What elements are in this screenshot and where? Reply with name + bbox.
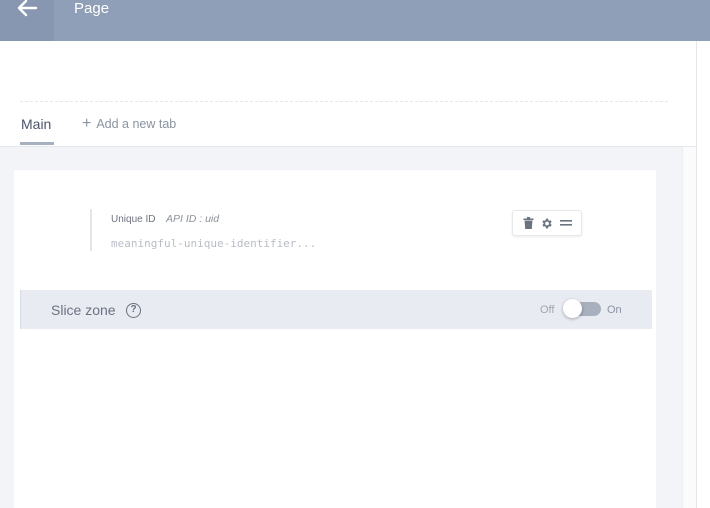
uid-field-rule xyxy=(90,209,92,251)
title-dashed-divider xyxy=(20,101,668,102)
gear-icon[interactable] xyxy=(539,215,555,231)
tab-main[interactable]: Main xyxy=(21,115,51,133)
back-button[interactable] xyxy=(0,0,54,41)
uid-input[interactable] xyxy=(111,234,471,252)
toggle-off-label: Off xyxy=(540,304,555,316)
toggle-on-label: On xyxy=(607,304,622,316)
arrow-left-icon xyxy=(17,0,38,17)
field-toolbar xyxy=(512,210,582,236)
active-tab-indicator xyxy=(20,142,54,145)
slice-zone-bar: Slice zone ? Off On xyxy=(20,290,652,329)
uid-field-label: Unique ID xyxy=(111,214,156,225)
right-divider xyxy=(696,41,697,508)
page-title: Page xyxy=(74,0,110,17)
add-tab-button[interactable]: + Add a new tab xyxy=(82,116,176,132)
toggle-knob xyxy=(563,299,582,318)
top-bar: Page xyxy=(0,0,710,41)
question-icon[interactable]: ? xyxy=(126,303,141,318)
trash-icon[interactable] xyxy=(520,215,536,231)
add-tab-label: Add a new tab xyxy=(96,117,177,131)
slice-zone-label: Slice zone xyxy=(51,302,116,318)
uid-api-id: API ID : uid xyxy=(166,213,220,225)
plus-icon: + xyxy=(82,115,92,132)
canvas-scrollbar[interactable] xyxy=(682,147,696,508)
slice-zone-toggle[interactable] xyxy=(563,299,601,318)
drag-handle-icon[interactable] xyxy=(558,215,574,231)
